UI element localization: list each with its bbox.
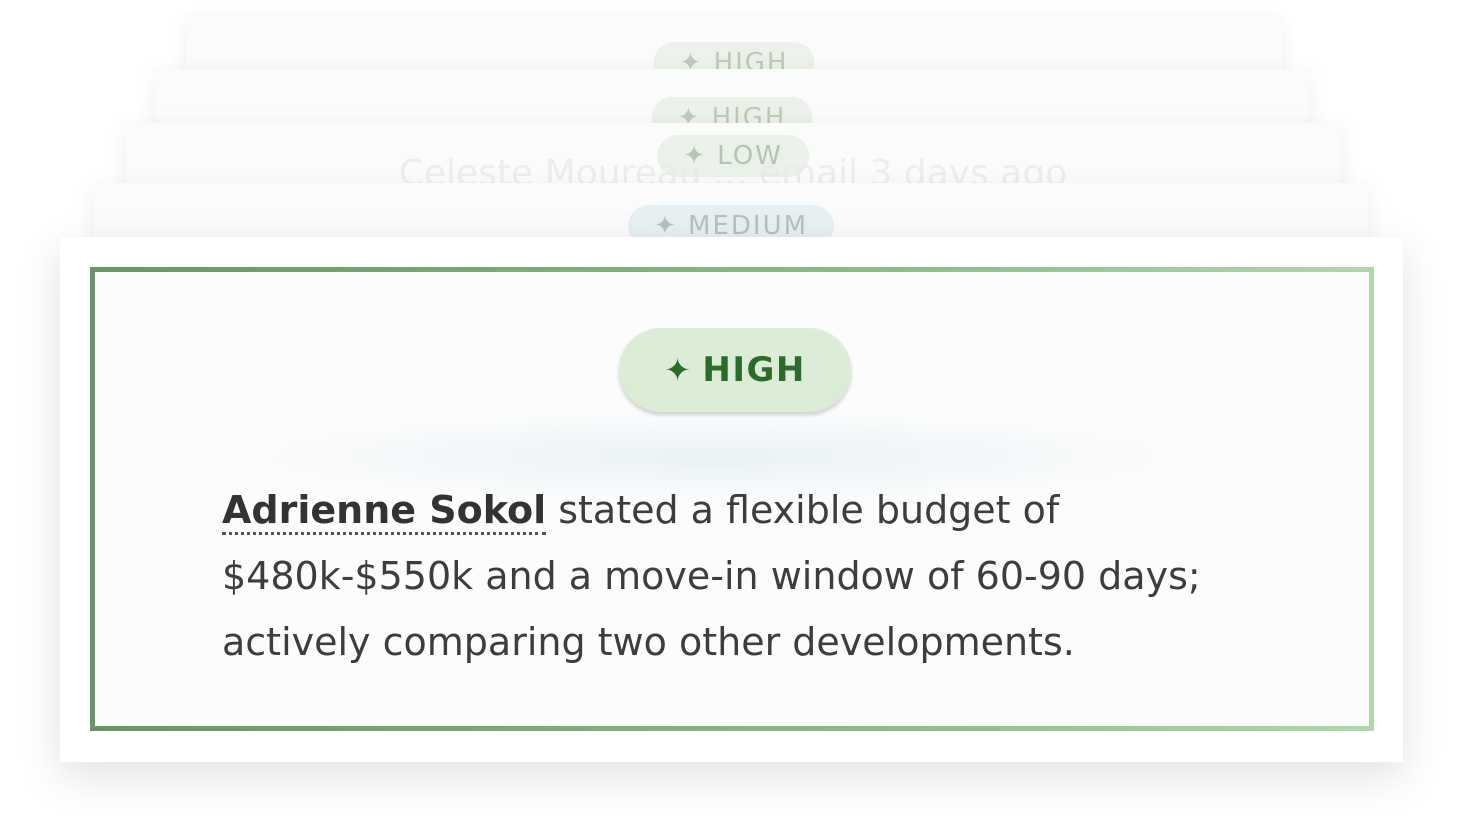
priority-badge: ✦ LOW xyxy=(657,135,809,177)
insight-text: Adrienne Sokol stated a flexible budget … xyxy=(222,477,1252,675)
insight-card-stack: ✦ HIGH ✦ HIGH Celeste Moureau ... email … xyxy=(0,0,1463,822)
card-frame: ✦ HIGH Adrienne Sokol stated a flexible … xyxy=(90,267,1374,731)
priority-label: HIGH xyxy=(702,350,806,390)
active-insight-card[interactable]: ✦ HIGH Adrienne Sokol stated a flexible … xyxy=(60,237,1403,762)
contact-name-link[interactable]: Adrienne Sokol xyxy=(222,488,547,535)
sparkle-icon: ✦ xyxy=(664,351,693,389)
priority-badge: ✦ HIGH xyxy=(619,328,851,412)
